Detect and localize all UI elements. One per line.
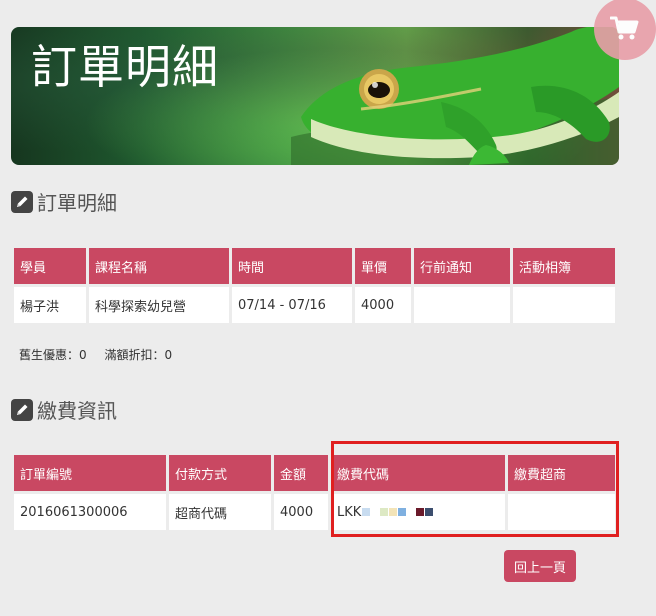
column-header-order-number: 訂單編號 xyxy=(14,455,166,491)
page-title: 訂單明細 xyxy=(31,40,219,94)
cell-unit-price: 4000 xyxy=(355,287,411,323)
back-button[interactable]: 回上一頁 xyxy=(504,550,576,582)
order-table: 學員 課程名稱 時間 單價 行前通知 活動相簿 楊子洪 科學探索幼兒營 07/1… xyxy=(11,245,618,326)
order-detail-heading-text: 訂單明細 xyxy=(37,191,117,215)
discount-summary: 舊生優惠：0 滿額折扣：0 xyxy=(19,346,186,363)
cell-pre-trip-notice xyxy=(414,287,510,323)
cell-photo-album xyxy=(513,287,615,323)
order-detail-page: 訂單明細 訂單明細 學員 課程名稱 時間 單價 行前通知 活動相簿 楊子洪 科學… xyxy=(0,0,656,616)
cell-order-number: 2016061300006 xyxy=(14,494,166,530)
cart-button[interactable] xyxy=(594,0,656,60)
cell-payment-method: 超商代碼 xyxy=(169,494,271,530)
column-header-amount: 金額 xyxy=(274,455,328,491)
order-detail-heading: 訂單明細 xyxy=(11,187,117,216)
column-header-payment-method: 付款方式 xyxy=(169,455,271,491)
column-header-time: 時間 xyxy=(232,248,352,284)
returning-student-discount: 舊生優惠：0 xyxy=(19,348,87,362)
cell-course-name: 科學探索幼兒營 xyxy=(89,287,229,323)
cell-student: 楊子洪 xyxy=(14,287,86,323)
column-header-unit-price: 單價 xyxy=(355,248,411,284)
full-amount-discount: 滿額折扣：0 xyxy=(104,348,173,362)
column-header-photo-album: 活動相簿 xyxy=(513,248,615,284)
pencil-icon xyxy=(11,190,33,213)
shopping-cart-icon xyxy=(610,16,639,40)
table-row: 楊子洪 科學探索幼兒營 07/14 - 07/16 4000 xyxy=(14,287,615,323)
order-table-header: 學員 課程名稱 時間 單價 行前通知 活動相簿 xyxy=(14,248,615,284)
column-header-course-name: 課程名稱 xyxy=(89,248,229,284)
cell-time: 07/14 - 07/16 xyxy=(232,287,352,323)
column-header-pre-trip-notice: 行前通知 xyxy=(414,248,510,284)
frog-image xyxy=(291,27,619,165)
header-banner: 訂單明細 xyxy=(11,27,619,165)
payment-info-heading-text: 繳費資訊 xyxy=(37,399,117,423)
pencil-icon xyxy=(11,398,33,421)
column-header-student: 學員 xyxy=(14,248,86,284)
highlight-box xyxy=(331,441,619,537)
payment-info-heading: 繳費資訊 xyxy=(11,395,117,424)
cell-amount: 4000 xyxy=(274,494,328,530)
